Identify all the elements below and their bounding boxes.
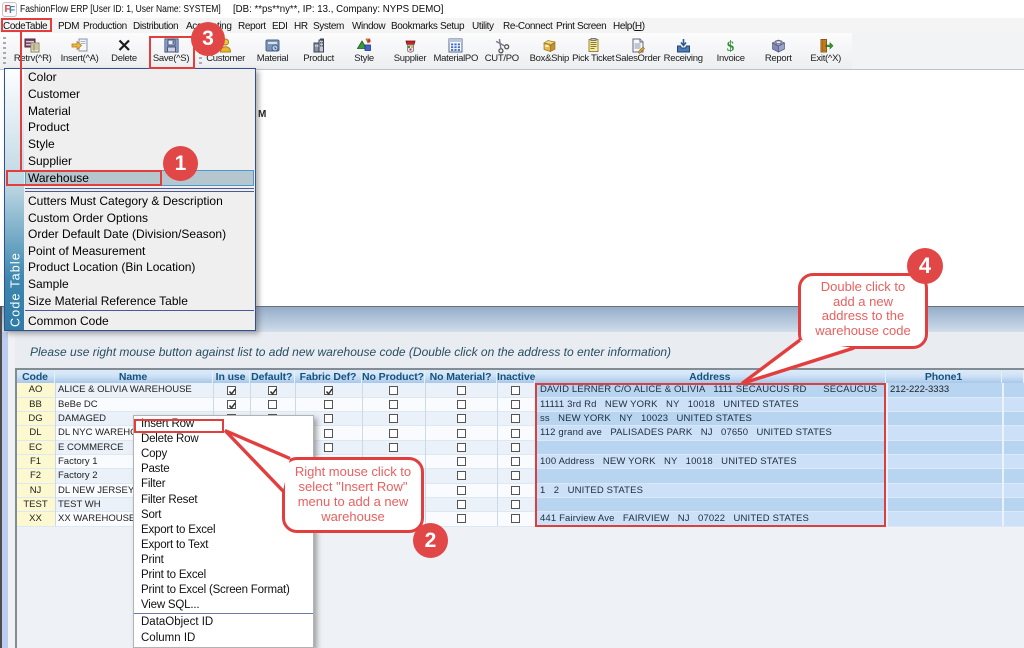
- svg-text:Code Table: Code Table: [9, 252, 23, 327]
- svg-text:$: $: [727, 39, 735, 54]
